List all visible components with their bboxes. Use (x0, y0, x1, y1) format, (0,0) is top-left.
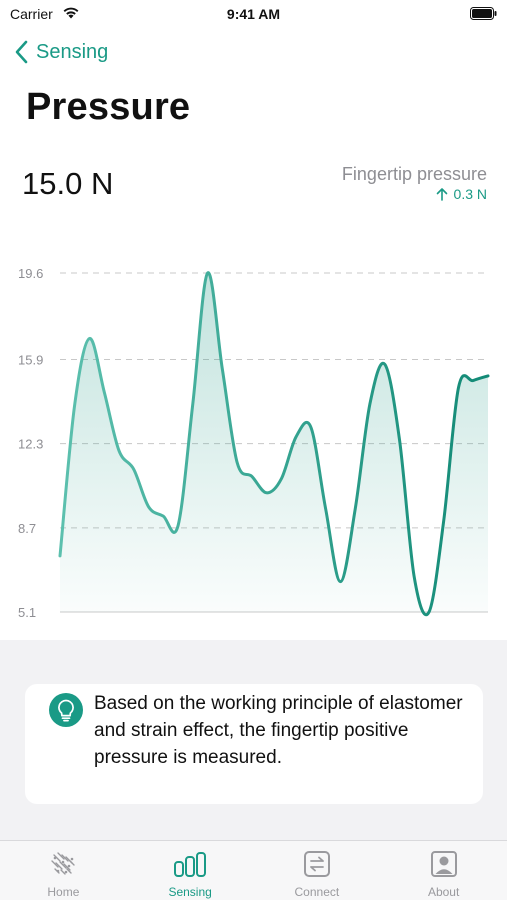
chart-data-point (133, 468, 135, 470)
screen: Carrier 9:41 AM Sensing Pressure 15.0 N … (0, 0, 507, 900)
back-button-label: Sensing (36, 40, 109, 63)
chart-data-point (221, 368, 223, 370)
chart-data-point (398, 438, 400, 440)
chart-data-point (369, 403, 371, 405)
tab-bar: Home Sensing Connect About (0, 840, 507, 900)
chart-data-point (266, 492, 268, 494)
tab-about[interactable]: About (380, 841, 507, 900)
chart-data-point (251, 475, 253, 477)
chart-data-point (443, 520, 445, 522)
battery-icon (470, 7, 497, 20)
info-card: Based on the working principle of elasto… (25, 684, 483, 804)
chart-data-point (428, 611, 430, 613)
tab-connect[interactable]: Connect (254, 841, 381, 900)
current-value: 15.0 N (22, 166, 114, 201)
chart-y-tick-label: 12.3 (18, 437, 43, 452)
chart-data-point (339, 581, 341, 583)
chart-data-point (118, 450, 120, 452)
connect-icon (303, 851, 330, 877)
chart-data-point (162, 515, 164, 517)
chart-data-point (295, 436, 297, 438)
lightbulb-icon (49, 693, 83, 727)
chart-data-point (487, 375, 489, 377)
chart-data-point (280, 478, 282, 480)
chevron-left-icon (15, 40, 28, 64)
content-area: Carrier 9:41 AM Sensing Pressure 15.0 N … (0, 0, 507, 640)
chart-data-point (384, 363, 386, 365)
chart-data-point (354, 508, 356, 510)
tab-sensing[interactable]: Sensing (127, 841, 254, 900)
tab-sensing-label: Sensing (168, 885, 212, 899)
chart-data-point (74, 403, 76, 405)
metric-change: 0.3 N (436, 186, 487, 202)
chart-data-point (148, 506, 150, 508)
chart-data-point (192, 403, 194, 405)
tab-home[interactable]: Home (0, 841, 127, 900)
chart-y-tick-label: 19.6 (18, 266, 43, 281)
info-text: Based on the working principle of elasto… (94, 693, 463, 768)
person-icon (430, 851, 457, 877)
chart-data-point (325, 508, 327, 510)
arrow-up-icon (436, 188, 447, 201)
chart-data-point (89, 338, 91, 340)
tab-home-label: Home (47, 885, 80, 899)
metric-name: Fingertip pressure (341, 164, 487, 184)
chart-data-point (413, 576, 415, 578)
tab-connect-label: Connect (294, 885, 340, 899)
chart-data-point (458, 387, 460, 389)
page-title: Pressure (26, 86, 191, 128)
chart-y-tick-label: 15.9 (18, 353, 43, 368)
status-bar: Carrier 9:41 AM (0, 0, 507, 30)
chart-data-point (472, 380, 474, 382)
chart-data-point (177, 525, 179, 527)
back-button[interactable]: Sensing (14, 38, 108, 66)
chart-y-tick-label: 8.7 (18, 521, 36, 536)
chart-data-point (207, 272, 209, 274)
status-time: 9:41 AM (226, 6, 281, 22)
chart-data-point (59, 555, 61, 557)
chart-data-point (310, 426, 312, 428)
chart-data-point (236, 461, 238, 463)
bar-chart-icon (174, 852, 207, 877)
tab-about-label: About (427, 885, 460, 899)
pressure-chart: 19.6 15.9 12.3 8.7 5.1 (18, 266, 490, 620)
metric-change-value: 0.3 N (453, 186, 487, 202)
home-pattern-icon (51, 852, 76, 875)
chart-y-tick-label: 5.1 (18, 605, 36, 620)
chart-data-point (103, 391, 105, 393)
